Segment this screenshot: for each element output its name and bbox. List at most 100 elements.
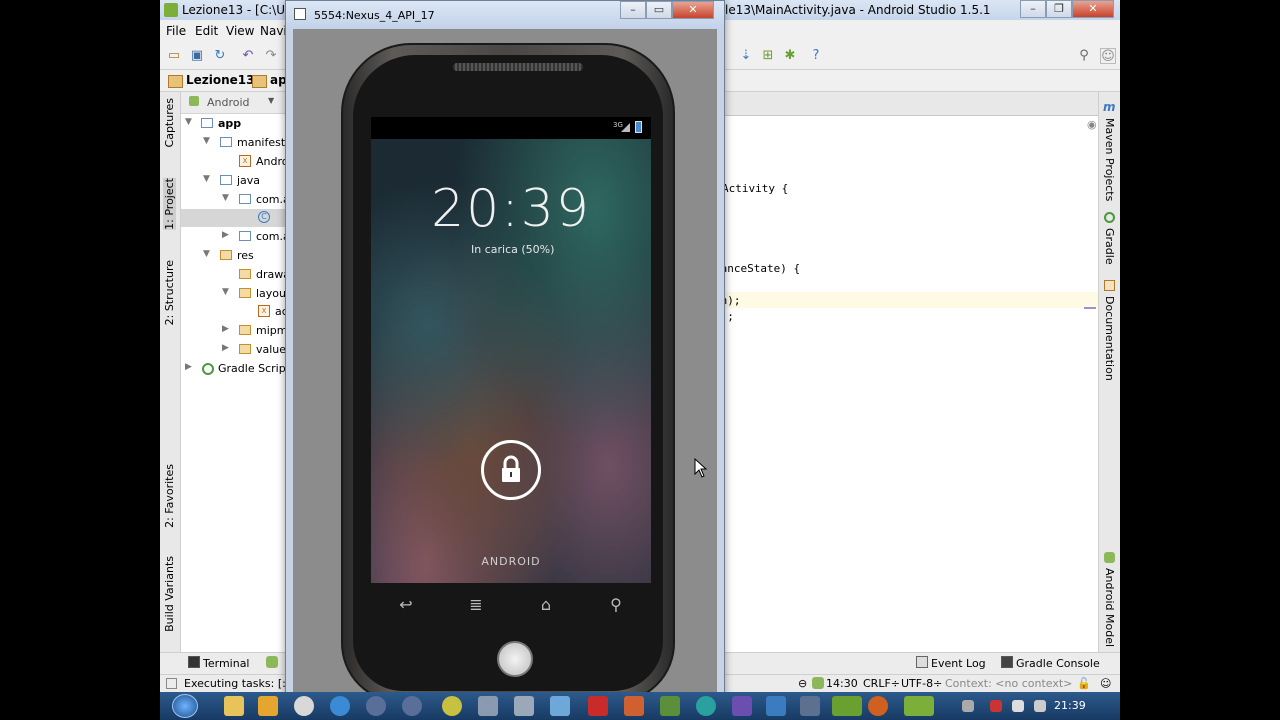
sync-icon[interactable]: ↻	[212, 48, 228, 64]
tab-gradle[interactable]: Gradle	[1103, 228, 1116, 265]
app-icon-6[interactable]	[550, 696, 570, 716]
tree-item-android-manifest[interactable]: X Andro	[181, 153, 291, 171]
search-icon[interactable]: ⚲	[1076, 48, 1092, 64]
menu-view[interactable]: View	[226, 24, 254, 38]
app-icon-8[interactable]	[660, 696, 680, 716]
expand-arrow-icon: ▼	[222, 193, 229, 203]
tree-item-main-activity[interactable]: C	[181, 209, 291, 227]
undo-icon[interactable]: ↶	[240, 48, 256, 64]
tree-item-app[interactable]: ▼ app	[181, 115, 291, 133]
tab-terminal[interactable]: Terminal	[203, 657, 250, 670]
tab-maven-projects[interactable]: Maven Projects	[1103, 118, 1116, 201]
volume-icon[interactable]	[1034, 700, 1046, 712]
help-icon[interactable]: ?	[808, 48, 824, 64]
menu-navigate[interactable]: Navi	[260, 24, 287, 38]
eye-icon[interactable]: ◉	[1087, 118, 1097, 131]
emulator-maximize-button[interactable]: ▭	[646, 1, 672, 19]
avatar-icon[interactable]: ☺	[1100, 48, 1116, 64]
search-key-icon[interactable]: ⚲	[601, 595, 631, 617]
lockscreen-clock: 20:39	[431, 179, 591, 239]
back-icon[interactable]: ↩	[391, 595, 421, 617]
tab-captures[interactable]: Captures	[163, 98, 176, 147]
phone-screen[interactable]: 3G 20:39 In carica (50%) ANDROID	[371, 117, 651, 583]
error-stripe-marker[interactable]	[1084, 307, 1096, 309]
visual-studio-icon[interactable]	[732, 696, 752, 716]
project-view-mode: Android	[207, 96, 250, 109]
app-icon-4[interactable]	[478, 696, 498, 716]
tab-android-model[interactable]: Android Model	[1103, 568, 1116, 647]
trackball-button[interactable]	[497, 641, 533, 677]
sync-gradle-icon[interactable]: ⊞	[760, 48, 776, 64]
maximize-button[interactable]: ❐	[1046, 0, 1072, 18]
internet-explorer-icon[interactable]	[330, 696, 350, 716]
filezilla-icon[interactable]	[588, 696, 608, 716]
home-icon[interactable]: ⌂	[531, 595, 561, 617]
expand-arrow-icon: ▼	[185, 117, 192, 127]
emulator-task[interactable]	[904, 696, 934, 716]
expand-arrow-icon: ▼	[203, 174, 210, 184]
android-icon[interactable]	[266, 656, 278, 668]
redo-icon[interactable]: ↷	[263, 48, 279, 64]
app-icon-2[interactable]	[402, 696, 422, 716]
caret-position[interactable]: 14:30	[826, 677, 858, 690]
tree-item-java[interactable]: ▼ java	[181, 172, 291, 190]
tab-build-variants[interactable]: Build Variants	[163, 556, 176, 632]
tab-event-log[interactable]: Event Log	[931, 657, 986, 670]
line-separator[interactable]: CRLF÷	[863, 677, 900, 690]
file-encoding[interactable]: UTF-8÷	[901, 677, 942, 690]
app-icon-5[interactable]	[514, 696, 534, 716]
unlock-handle[interactable]	[481, 440, 541, 500]
tree-item-package-test[interactable]: ▶ com.a	[181, 228, 291, 246]
arduino-icon[interactable]	[696, 696, 716, 716]
tree-item-manifests[interactable]: ▼ manifests	[181, 134, 291, 152]
minimize-button[interactable]: –	[1020, 0, 1046, 18]
lock-icon[interactable]: 🔓	[1077, 677, 1091, 690]
tree-item-drawable[interactable]: drawa	[181, 266, 291, 284]
save-icon[interactable]: ▣	[189, 48, 205, 64]
tree-item-values[interactable]: ▶ values	[181, 341, 291, 359]
tab-gradle-console[interactable]: Gradle Console	[1016, 657, 1100, 670]
tool-windows-icon[interactable]	[166, 678, 177, 689]
package-icon	[239, 194, 251, 204]
cancel-task-icon[interactable]: ⊖	[798, 677, 807, 690]
app-icon-7[interactable]	[624, 696, 644, 716]
tree-item-res[interactable]: ▼ res	[181, 247, 291, 265]
inspector-icon[interactable]: ☺	[1100, 677, 1111, 690]
start-button[interactable]	[172, 694, 198, 718]
chrome-icon[interactable]	[294, 696, 314, 716]
menu-file[interactable]: File	[166, 24, 186, 38]
app-icon-10[interactable]	[800, 696, 820, 716]
tree-item-mipmap[interactable]: ▶ mipm	[181, 322, 291, 340]
tab-project[interactable]: 1: Project	[163, 178, 176, 230]
tab-documentation[interactable]: Documentation	[1103, 296, 1116, 381]
firefox-icon[interactable]	[868, 696, 888, 716]
context-indicator[interactable]: Context: <no context>	[945, 677, 1072, 690]
taskbar-clock[interactable]: 21:39	[1054, 699, 1086, 712]
app-icon-3[interactable]	[442, 696, 462, 716]
close-button[interactable]: ✕	[1072, 0, 1114, 18]
lock-icon	[502, 455, 520, 482]
signal-tray-icon[interactable]	[1012, 700, 1024, 712]
open-folder-icon[interactable]: ▭	[166, 48, 182, 64]
tab-structure[interactable]: 2: Structure	[163, 260, 176, 325]
tree-item-activity-layout[interactable]: X ac	[181, 303, 291, 321]
tree-item-package[interactable]: ▼ com.a	[181, 191, 291, 209]
menu-icon[interactable]: ≣	[461, 595, 491, 617]
app-icon-1[interactable]	[366, 696, 386, 716]
tree-item-layout[interactable]: ▼ layout	[181, 285, 291, 303]
network-tray-icon[interactable]	[990, 700, 1002, 712]
menu-edit[interactable]: Edit	[195, 24, 218, 38]
app-icon-9[interactable]	[766, 696, 786, 716]
tab-favorites[interactable]: 2: Favorites	[163, 464, 176, 528]
emulator-close-button[interactable]: ✕	[672, 1, 714, 19]
tree-item-gradle-scripts[interactable]: ▶ Gradle Scripts	[181, 360, 291, 378]
sdk-manager-icon[interactable]: ⇣	[738, 48, 754, 64]
emulator-minimize-button[interactable]: –	[620, 1, 646, 19]
crumb-project[interactable]: Lezione13	[168, 73, 255, 88]
tray-icon[interactable]	[962, 700, 974, 712]
android-studio-task[interactable]	[832, 696, 862, 716]
explorer-icon[interactable]	[224, 696, 244, 716]
media-player-icon[interactable]	[258, 696, 278, 716]
project-view-selector[interactable]: Android ▼	[181, 92, 291, 114]
android-monitor-icon[interactable]: ✱	[782, 48, 798, 64]
